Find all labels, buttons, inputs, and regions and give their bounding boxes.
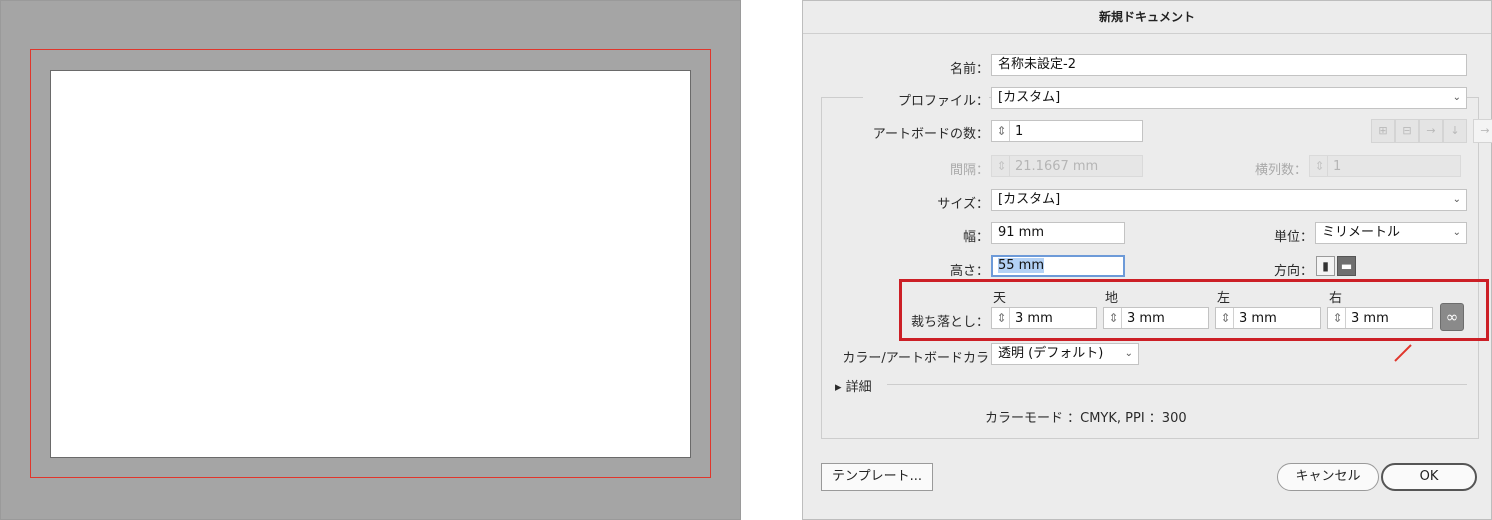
name-field[interactable]: 名称未設定-2 [991, 54, 1467, 76]
dialog-title: 新規ドキュメント [803, 1, 1491, 34]
cancel-button[interactable]: キャンセル [1277, 463, 1379, 491]
height-value: 55 mm [998, 258, 1045, 273]
bleed-left-field[interactable]: ⇕ 3 mm [1215, 307, 1321, 329]
chevron-down-icon: ⌄ [1124, 348, 1133, 359]
spacing-label: 間隔： [949, 163, 989, 178]
color-select[interactable]: 透明 (デフォルト) ⌄ [991, 343, 1139, 365]
artboard [50, 70, 691, 458]
name-label: 名前： [949, 62, 989, 77]
bleed-left-value: 3 mm [1239, 311, 1277, 326]
artboards-field[interactable]: ⇕ 1 [991, 120, 1143, 142]
stepper-icon: ⇕ [994, 156, 1010, 176]
arrange-by-column-icon[interactable]: ↓ [1443, 119, 1467, 143]
artboards-value: 1 [1015, 124, 1024, 139]
profile-select-value: [カスタム] [998, 90, 1061, 105]
size-select[interactable]: [カスタム] ⌄ [991, 189, 1467, 211]
stepper-icon[interactable]: ⇕ [994, 308, 1010, 328]
stepper-icon[interactable]: ⇕ [994, 121, 1010, 141]
bleed-right-value: 3 mm [1351, 311, 1389, 326]
right-to-left-icon[interactable]: → [1473, 119, 1492, 143]
landscape-icon[interactable]: ▬ [1337, 256, 1356, 276]
columns-label: 横列数： [1254, 163, 1307, 178]
width-label: 幅： [962, 230, 989, 245]
height-label: 高さ： [949, 264, 989, 279]
profile-label: プロファイル： [863, 90, 989, 109]
link-icon[interactable]: ∞ [1440, 303, 1464, 331]
bleed-label: 裁ち落とし： [910, 315, 989, 330]
artboard-preview [0, 0, 741, 520]
spacing-value: 21.1667 mm [1015, 159, 1099, 174]
bleed-right-field[interactable]: ⇕ 3 mm [1327, 307, 1433, 329]
columns-field: ⇕ 1 [1309, 155, 1461, 177]
size-label: サイズ： [937, 197, 989, 212]
chevron-down-icon: ⌄ [1452, 227, 1461, 238]
units-select[interactable]: ミリメートル ⌄ [1315, 222, 1467, 244]
columns-value: 1 [1333, 159, 1342, 174]
bleed-top-value: 3 mm [1015, 311, 1053, 326]
bleed-left-label: 左 [1217, 291, 1231, 306]
units-label: 単位： [1273, 230, 1313, 245]
disclosure-triangle-icon: ▸ [835, 380, 842, 395]
bleed-top-field[interactable]: ⇕ 3 mm [991, 307, 1097, 329]
color-mode-info: カラーモード ：CMYK, PPI ：300 [985, 411, 1187, 426]
artboards-label: アートボードの数： [872, 127, 989, 142]
stepper-icon[interactable]: ⇕ [1106, 308, 1122, 328]
divider [887, 384, 1467, 385]
grid-by-row-icon[interactable]: ⊞ [1371, 119, 1395, 143]
width-field[interactable]: 91 mm [991, 222, 1125, 244]
spacing-field: ⇕ 21.1667 mm [991, 155, 1143, 177]
ok-button[interactable]: OK [1381, 463, 1477, 491]
color-label: カラー/アートボードカラ [842, 351, 989, 366]
units-select-value: ミリメートル [1322, 225, 1401, 240]
color-select-value: 透明 (デフォルト) [998, 346, 1104, 361]
profile-select[interactable]: [カスタム] ⌄ [991, 87, 1467, 109]
arrange-by-row-icon[interactable]: → [1419, 119, 1443, 143]
stepper-icon[interactable]: ⇕ [1218, 308, 1234, 328]
portrait-icon[interactable]: ▮ [1316, 256, 1335, 276]
template-button[interactable]: テンプレート... [821, 463, 933, 491]
bleed-top-label: 天 [993, 291, 1007, 306]
stepper-icon[interactable]: ⇕ [1330, 308, 1346, 328]
bleed-right-label: 右 [1329, 291, 1343, 306]
size-select-value: [カスタム] [998, 192, 1061, 207]
no-color-swatch-icon [1394, 344, 1412, 362]
orientation-label: 方向： [1273, 264, 1313, 279]
bleed-bottom-value: 3 mm [1127, 311, 1165, 326]
height-field[interactable]: 55 mm [991, 255, 1125, 277]
bleed-bottom-field[interactable]: ⇕ 3 mm [1103, 307, 1209, 329]
chevron-down-icon: ⌄ [1452, 92, 1461, 103]
chevron-down-icon: ⌄ [1452, 194, 1461, 205]
advanced-disclosure[interactable]: ▸ 詳細 [835, 376, 872, 395]
grid-by-column-icon[interactable]: ⊟ [1395, 119, 1419, 143]
new-document-dialog: 新規ドキュメント 名前： 名称未設定-2 プロファイル： [カスタム] ⌄ アー… [802, 0, 1492, 520]
bleed-bottom-label: 地 [1105, 291, 1119, 306]
stepper-icon: ⇕ [1312, 156, 1328, 176]
advanced-label: 詳細 [845, 380, 872, 395]
